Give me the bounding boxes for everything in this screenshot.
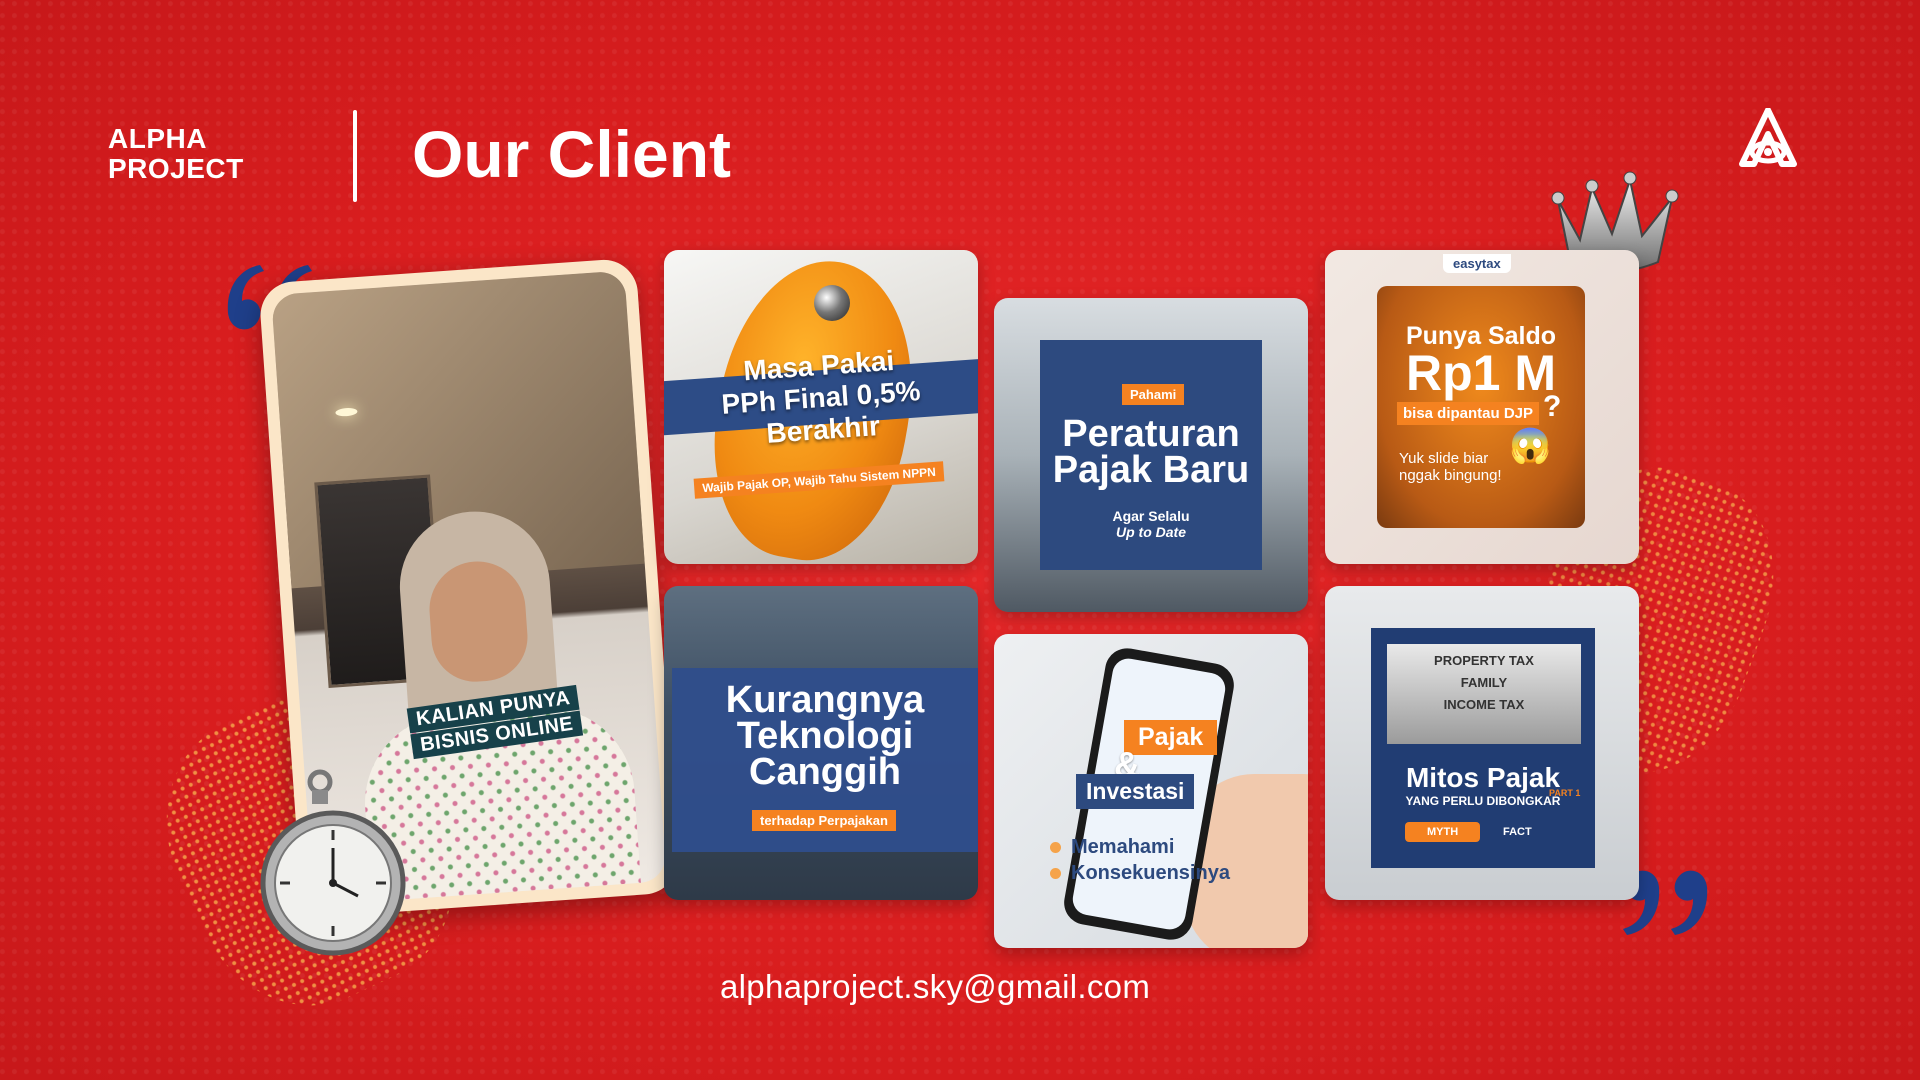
page-title: Our Client	[412, 117, 732, 191]
post-title-investasi: Investasi	[1076, 774, 1195, 809]
fact-label: FACT	[1503, 826, 1532, 838]
post-subtitle-line-1: Yuk slide biar	[1399, 450, 1489, 467]
metal-bead-image	[814, 285, 850, 321]
post-subtitle: Yuk slide biar nggak bingung!	[1399, 450, 1502, 484]
post-tag: terhadap Perpajakan	[752, 810, 896, 831]
header-divider	[353, 110, 357, 202]
client-post-mitos-pajak[interactable]: PROPERTY TAX FAMILY INCOME TAX Mitos Paj…	[1325, 586, 1639, 900]
post-subtitle: Agar Selalu Up to Date	[1024, 508, 1278, 540]
bullet-item: Memahami	[1050, 836, 1174, 859]
brand-line-1: ALPHA	[108, 123, 207, 154]
client-post-pph-final[interactable]: Masa Pakai PPh Final 0,5% Berakhir Wajib…	[664, 250, 978, 564]
post-subtitle-line-1: Agar Selalu	[1112, 508, 1190, 524]
post-title: Peraturan Pajak Baru	[1024, 413, 1278, 491]
folder-label-property-tax: PROPERTY TAX	[1434, 653, 1534, 668]
post-subtitle-line-2: nggak bingung!	[1399, 467, 1502, 484]
brand-line-2: PROJECT	[108, 153, 244, 184]
post-title: Kurangnya Teknologi Canggih	[672, 679, 978, 793]
client-post-saldo-rp1m[interactable]: easytax Punya Saldo Rp1 M bisa dipantau …	[1325, 250, 1639, 564]
bullet-text: Konsekuensinya	[1071, 862, 1230, 884]
shocked-face-icon: 😱	[1509, 427, 1552, 465]
post-title-line-1: Peraturan	[1062, 413, 1240, 455]
folder-label-income-tax: INCOME TAX	[1443, 697, 1525, 712]
bullet-dot-icon	[1050, 868, 1061, 879]
bullet-dot-icon	[1050, 842, 1061, 853]
client-post-pajak-investasi[interactable]: Pajak & Investasi Memahami Konsekuensiny…	[994, 634, 1308, 948]
easytax-badge: easytax	[1443, 254, 1511, 273]
bullet-item: Konsekuensinya	[1050, 862, 1230, 885]
post-highlight: bisa dipantau DJP	[1397, 402, 1540, 425]
post-title-line-2: Teknologi	[736, 715, 914, 757]
post-title: Masa Pakai PPh Final 0,5% Berakhir	[664, 339, 978, 457]
post-pill: Pahami	[1122, 384, 1185, 405]
contact-email[interactable]: alphaproject.sky@gmail.com	[720, 968, 1240, 1006]
post-title-line-1: Kurangnya	[725, 679, 925, 721]
post-subtitle: YANG PERLU DIBONGKAR	[1405, 794, 1561, 808]
myth-button: MYTH	[1405, 822, 1481, 842]
post-title-line-3: Canggih	[749, 751, 901, 793]
folder-label-family: FAMILY	[1460, 675, 1508, 690]
bullet-text: Memahami	[1071, 836, 1175, 858]
alpha-project-logo-icon	[1739, 108, 1797, 167]
folder-labels: PROPERTY TAX FAMILY INCOME TAX	[1389, 650, 1579, 716]
client-post-peraturan-pajak[interactable]: Pahami Peraturan Pajak Baru Agar Selalu …	[994, 298, 1308, 612]
pocket-watch-icon	[260, 769, 406, 956]
post-title-line-2: Pajak Baru	[1052, 449, 1250, 491]
question-mark: ?	[1543, 390, 1562, 423]
post-subtitle-line-2: Up to Date	[1116, 524, 1186, 540]
client-post-teknologi[interactable]: Kurangnya Teknologi Canggih terhadap Per…	[664, 586, 978, 900]
brand-wordmark: ALPHA PROJECT	[108, 124, 244, 184]
